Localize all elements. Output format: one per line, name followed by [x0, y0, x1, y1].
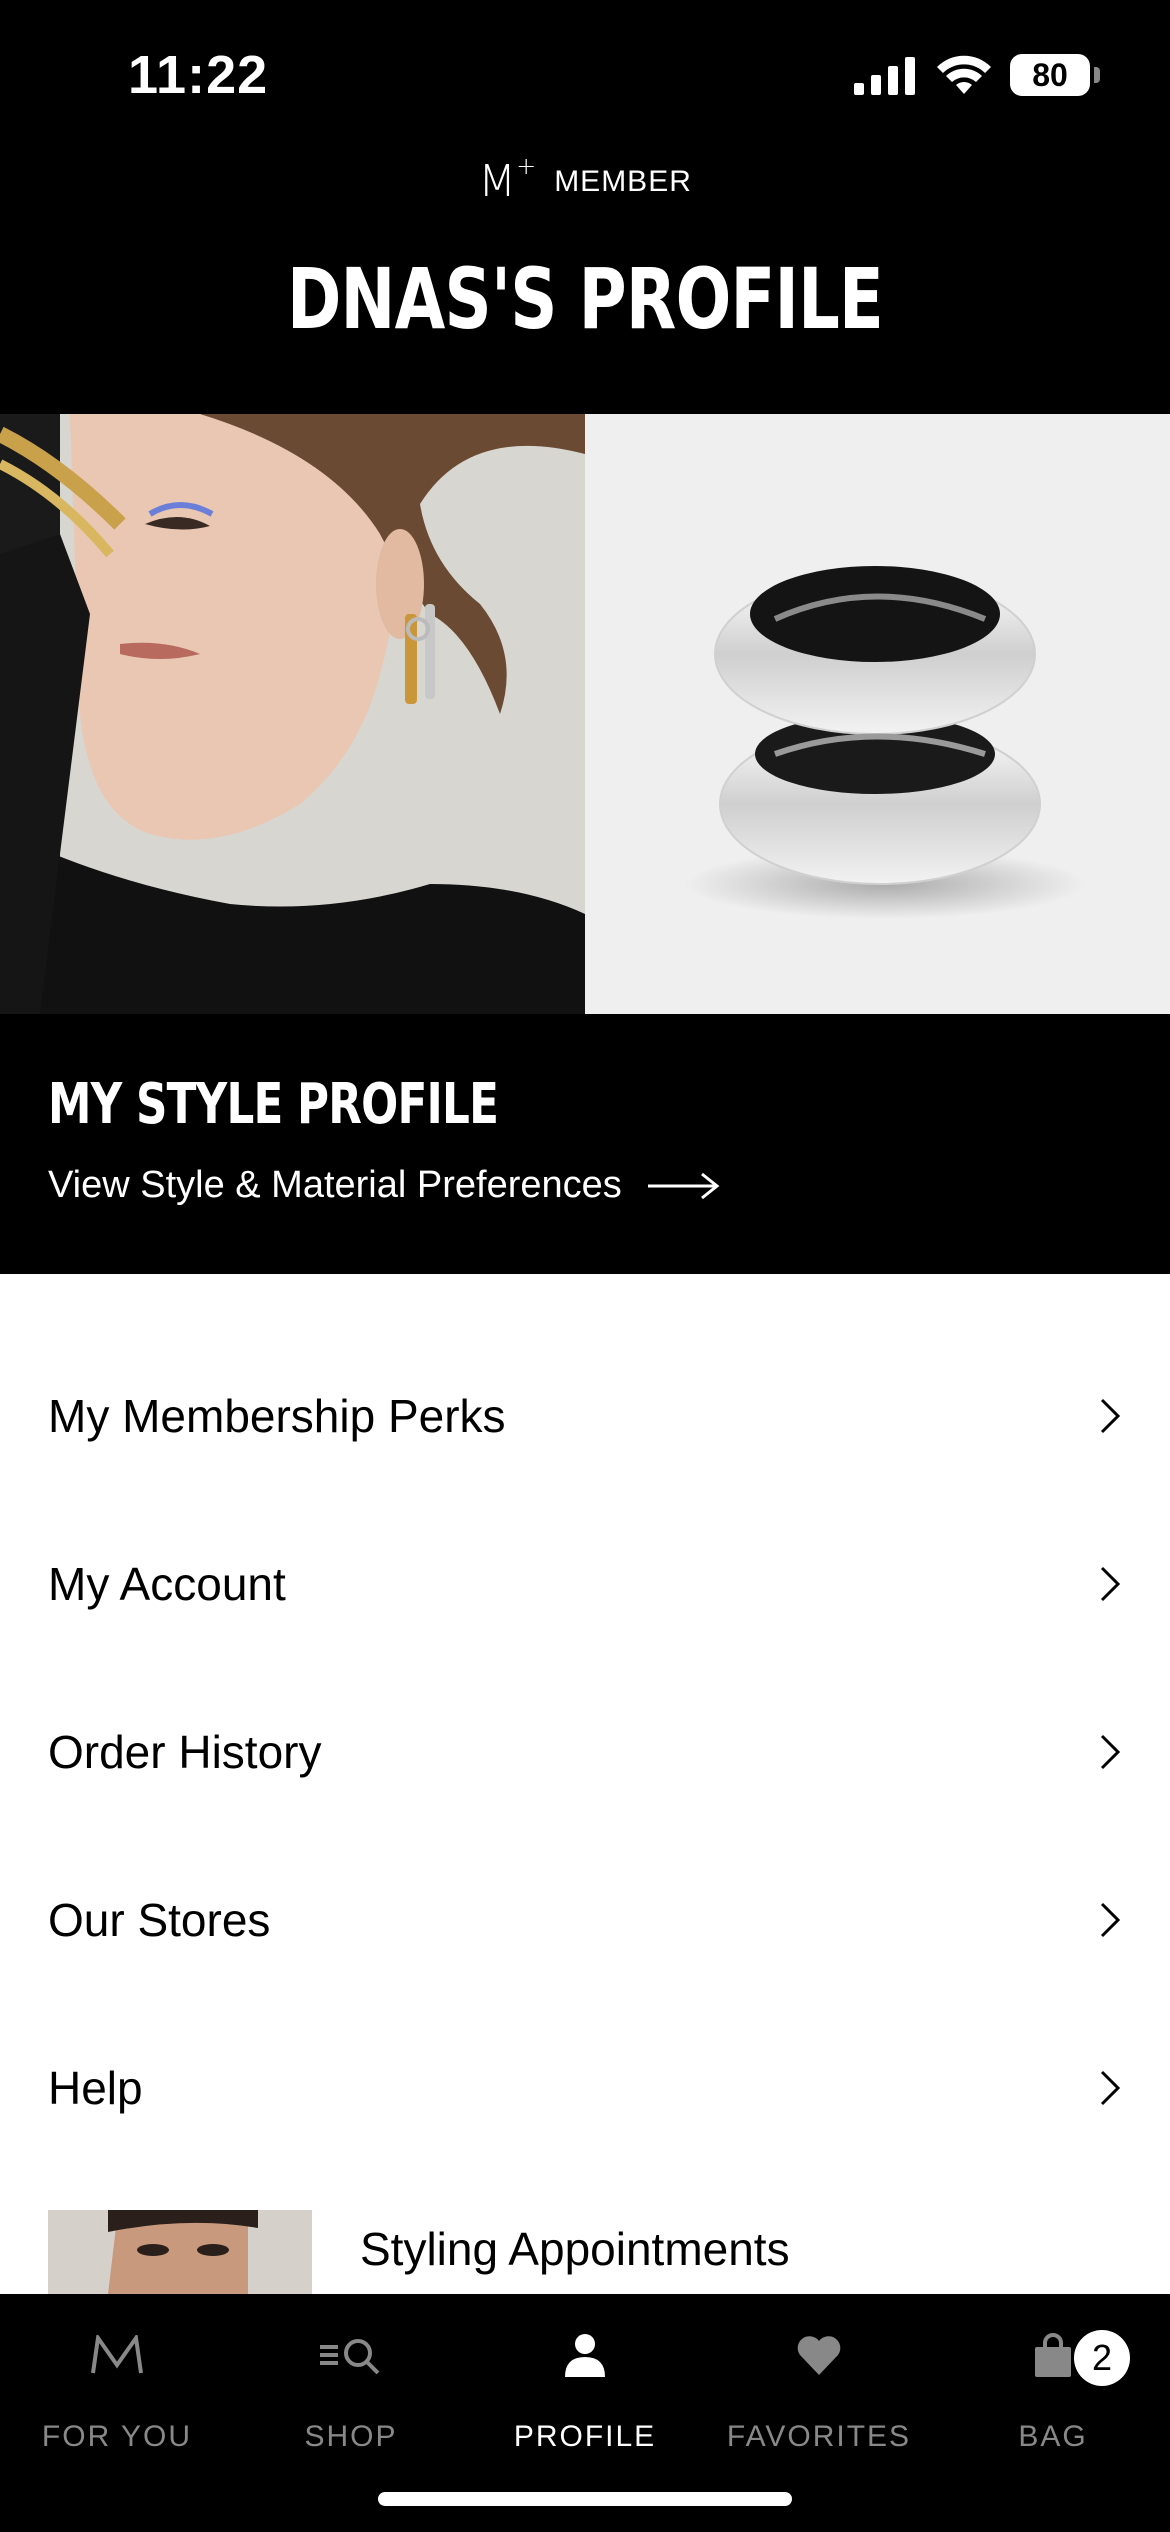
tab-shop[interactable]: SHOP	[234, 2320, 468, 2454]
menu-item-my-account[interactable]: My Account	[0, 1500, 1170, 1668]
tab-favorites[interactable]: FAVORITES	[702, 2320, 936, 2454]
chevron-right-icon	[1100, 1566, 1121, 1602]
bag-icon	[1033, 2320, 1073, 2390]
tab-label: FAVORITES	[726, 2420, 912, 2453]
battery-icon: 80	[1010, 54, 1100, 96]
wifi-icon	[937, 55, 991, 94]
menu-search-icon	[318, 2320, 384, 2390]
tab-bag[interactable]: BAG 2	[936, 2320, 1170, 2454]
view-style-preferences-label: View Style & Material Preferences	[48, 1164, 622, 1206]
style-profile-section[interactable]: MY STYLE PROFILE View Style & Material P…	[0, 1014, 1170, 1274]
tab-label: BAG	[1018, 2420, 1088, 2453]
tab-label: SHOP	[304, 2420, 398, 2453]
styling-appointments-thumbnail	[48, 2210, 312, 2294]
bag-count-badge: 2	[1074, 2330, 1130, 2386]
model-earrings-image	[0, 414, 585, 1014]
silver-rings-image	[585, 414, 1170, 1014]
view-style-preferences-link[interactable]: View Style & Material Preferences	[48, 1164, 720, 1207]
style-profile-hero[interactable]	[0, 414, 1170, 1014]
tab-label: PROFILE	[513, 2420, 657, 2453]
tab-profile[interactable]: PROFILE	[468, 2320, 702, 2454]
member-label: MEMBER	[554, 164, 692, 198]
home-indicator	[378, 2492, 792, 2506]
bottom-tab-bar: FOR YOU SHOP PROFILE FAVORITES BAG 2	[0, 2294, 1170, 2532]
style-profile-title: MY STYLE PROFILE	[48, 1072, 499, 1137]
tab-for-you[interactable]: FOR YOU	[0, 2320, 234, 2454]
heart-icon	[795, 2320, 843, 2390]
person-icon	[563, 2320, 607, 2390]
arrow-right-icon	[647, 1172, 720, 1199]
menu-item-label: Our Stores	[48, 1894, 271, 1946]
menu-item-label: My Account	[48, 1558, 286, 1610]
chevron-right-icon	[1100, 2070, 1121, 2106]
menu-item-label: Help	[48, 2062, 143, 2114]
status-time: 11:22	[128, 45, 269, 105]
menu-item-help[interactable]: Help	[0, 2004, 1170, 2172]
status-bar: 11:22 80	[0, 0, 1170, 150]
menu-item-our-stores[interactable]: Our Stores	[0, 1836, 1170, 2004]
m-plus-logo: M+	[478, 152, 537, 207]
menu-item-membership-perks[interactable]: My Membership Perks	[0, 1332, 1170, 1500]
chevron-right-icon	[1100, 1902, 1121, 1938]
styling-appointments-card[interactable]: Styling Appointments	[48, 2210, 1122, 2294]
m-logo-icon	[90, 2320, 144, 2390]
chevron-right-icon	[1100, 1398, 1121, 1434]
chevron-right-icon	[1100, 1734, 1121, 1770]
status-icons: 80	[854, 54, 1100, 96]
cellular-signal-icon	[854, 57, 915, 95]
menu-item-label: My Membership Perks	[48, 1390, 506, 1442]
styling-appointments-title: Styling Appointments	[360, 2223, 790, 2275]
profile-header: M+ MEMBER DNAS'S PROFILE	[0, 150, 1170, 414]
tab-label: FOR YOU	[41, 2420, 193, 2453]
menu-item-label: Order History	[48, 1726, 322, 1778]
member-badge: M+ MEMBER	[0, 152, 1170, 207]
page-title: DNAS'S PROFILE	[286, 250, 884, 348]
menu-item-order-history[interactable]: Order History	[0, 1668, 1170, 1836]
